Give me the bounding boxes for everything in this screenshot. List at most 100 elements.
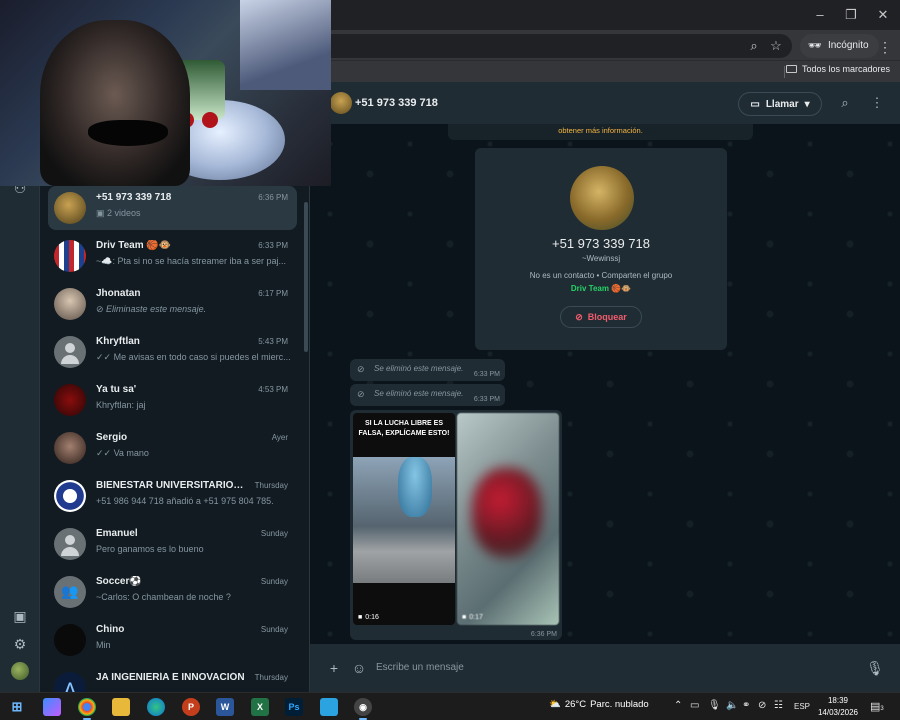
- chevron-up-icon[interactable]: ⌃: [674, 700, 682, 711]
- chat-item[interactable]: Jhonatan 6:17 PM ⊘ Eliminaste este mensa…: [48, 282, 297, 326]
- chat-item[interactable]: +51 973 339 718 6:36 PM ▣ 2 videos: [48, 186, 297, 230]
- obs-icon[interactable]: ◉: [354, 698, 372, 716]
- windows-start-icon[interactable]: ⊞: [8, 698, 26, 716]
- chat-item[interactable]: Chino Sunday Min: [48, 618, 297, 662]
- chat-item[interactable]: BIENESTAR UNIVERSITARIO - FA... Thursday…: [48, 474, 297, 518]
- close-window-button[interactable]: ✕: [873, 6, 893, 24]
- webcam-fruit: [202, 112, 218, 128]
- avatar: [54, 384, 86, 416]
- weather-widget[interactable]: ⛅ 26°C Parc. nublado: [549, 699, 649, 710]
- avatar: [54, 480, 86, 512]
- chat-item[interactable]: Sergio Ayer ✓✓ Va mano: [48, 426, 297, 470]
- video-scene: [472, 468, 542, 558]
- block-button[interactable]: ⊘ Bloquear: [560, 306, 642, 328]
- wifi-off-icon[interactable]: ⊘: [758, 700, 766, 711]
- store-icon[interactable]: [320, 698, 338, 716]
- powerpoint-icon[interactable]: P: [182, 698, 200, 716]
- avatar: [54, 528, 86, 560]
- video-thumbnail[interactable]: ■ 0:17: [457, 413, 559, 625]
- group-icon: 👥: [61, 583, 79, 599]
- webcam-overlay: [0, 0, 331, 186]
- sticker-icon[interactable]: ☺: [350, 659, 368, 677]
- contact-info-card: +51 973 339 718 ~Wewinssj No es un conta…: [475, 148, 727, 350]
- contact-card-avatar: [570, 166, 634, 230]
- chat-item[interactable]: Λ JA INGENIERÍA E INNOVACIÓN Thursday: [48, 666, 297, 692]
- avatar: 👥: [54, 576, 86, 608]
- bookmarks-divider: [784, 66, 785, 78]
- file-explorer-icon[interactable]: [112, 698, 130, 716]
- block-icon: ⊘: [575, 311, 583, 322]
- incognito-badge[interactable]: 🕶 Incógnito: [800, 34, 879, 58]
- edge-icon[interactable]: [147, 698, 165, 716]
- contact-avatar[interactable]: [330, 92, 352, 114]
- webcam-person: [40, 20, 190, 186]
- message-input[interactable]: Escribe un mensaje: [376, 662, 464, 673]
- chrome-icon[interactable]: [78, 698, 96, 716]
- language-indicator[interactable]: ESP: [794, 702, 810, 711]
- avatar: [54, 336, 86, 368]
- blocked-icon: ⊘: [357, 389, 365, 399]
- browser-menu-icon[interactable]: ⋮: [878, 39, 892, 55]
- system-clock[interactable]: 18:39 14/03/2026: [814, 695, 862, 719]
- notification-icon[interactable]: ▤3: [870, 700, 884, 713]
- chevron-down-icon: ▾: [804, 98, 810, 110]
- chat-item[interactable]: Emanuel Sunday Pero ganamos es lo bueno: [48, 522, 297, 566]
- zoom-icon[interactable]: ⌕: [746, 38, 762, 54]
- attach-plus-icon[interactable]: +: [325, 659, 343, 677]
- chat-item[interactable]: Khryftlan 5:43 PM ✓✓ Me avisas en todo c…: [48, 330, 297, 374]
- avatar: [54, 288, 86, 320]
- video-icon: ▣: [96, 208, 108, 218]
- avatar: [54, 192, 86, 224]
- display-icon[interactable]: ▭: [690, 700, 699, 711]
- avatar: [54, 240, 86, 272]
- windows-taskbar: ⊞ P W X Ps ◉ ⛅ 26°C Parc. nublado ⌃ ▭ 🎙 …: [0, 692, 900, 720]
- excel-icon[interactable]: X: [251, 698, 269, 716]
- avatar: Λ: [54, 672, 86, 692]
- all-bookmarks-button[interactable]: Todos los marcadores: [785, 64, 890, 74]
- deleted-message[interactable]: ⊘ Se eliminó este mensaje. 6:33 PM: [350, 359, 505, 381]
- video-album-message: SI LA LUCHA LIBRE ES FALSA, EXPLÍCAME ES…: [350, 410, 562, 640]
- chat-list-scrollbar[interactable]: [304, 202, 308, 352]
- video-thumbnail[interactable]: SI LA LUCHA LIBRE ES FALSA, EXPLÍCAME ES…: [353, 413, 455, 625]
- chat-item[interactable]: 👥 Soccer⚽ Sunday ~Carlos: O chambean de …: [48, 570, 297, 614]
- call-button[interactable]: ▭ Llamar ▾: [738, 92, 822, 116]
- partly-cloudy-icon: ⛅: [549, 699, 561, 710]
- chat-item[interactable]: Ya tu sa' 4:53 PM Khryftlan: jaj: [48, 378, 297, 422]
- avatar: [54, 624, 86, 656]
- maximize-button[interactable]: ❐: [841, 6, 861, 24]
- ja-logo-icon: Λ: [65, 679, 75, 692]
- bookmark-star-icon[interactable]: ☆: [768, 38, 784, 54]
- menu-icon[interactable]: ⋮: [868, 94, 886, 112]
- minimize-button[interactable]: –: [810, 6, 830, 24]
- webcam-background: [240, 0, 331, 90]
- incognito-icon: 🕶: [808, 40, 822, 52]
- video-scene: [353, 457, 455, 583]
- video-camera-icon: ■: [358, 614, 363, 621]
- profile-avatar[interactable]: [11, 662, 29, 680]
- address-bar[interactable]: ⌕ ☆: [320, 34, 792, 58]
- avatar: [54, 432, 86, 464]
- folder-icon: [785, 65, 797, 73]
- webcam-sunglasses: [88, 120, 168, 146]
- deleted-message[interactable]: ⊘ Se eliminó este mensaje. 6:33 PM: [350, 384, 505, 406]
- message-composer: + ☺ Escribe un mensaje 🎙: [310, 644, 900, 692]
- microphone-icon[interactable]: 🎙: [708, 700, 721, 711]
- conversation-panel: +51 973 339 718 ▭ Llamar ▾ ⌕ ⋮ obtener m…: [310, 82, 900, 692]
- media-gallery-icon[interactable]: ▣: [10, 606, 30, 626]
- network-icon[interactable]: ☷: [774, 700, 783, 711]
- chat-item[interactable]: Driv Team 🏀🐵 6:33 PM ~☁️: Pta si no se h…: [48, 234, 297, 278]
- copilot-icon[interactable]: [43, 698, 61, 716]
- blocked-icon: ⊘: [96, 304, 107, 314]
- volume-icon[interactable]: 🔈: [726, 700, 738, 711]
- link-icon[interactable]: ⚭: [742, 700, 750, 711]
- settings-icon[interactable]: ⚙: [10, 634, 30, 654]
- video-call-icon: ▭: [750, 98, 760, 110]
- video-camera-icon: ■: [462, 614, 467, 621]
- search-icon[interactable]: ⌕: [836, 94, 854, 112]
- microphone-icon[interactable]: 🎙: [866, 659, 884, 677]
- shared-group-link[interactable]: Driv Team 🏀🐵: [475, 284, 727, 293]
- word-icon[interactable]: W: [216, 698, 234, 716]
- system-notice: obtener más información.: [448, 124, 753, 140]
- photoshop-icon[interactable]: Ps: [285, 698, 303, 716]
- conversation-header[interactable]: +51 973 339 718 ▭ Llamar ▾ ⌕ ⋮: [310, 82, 900, 124]
